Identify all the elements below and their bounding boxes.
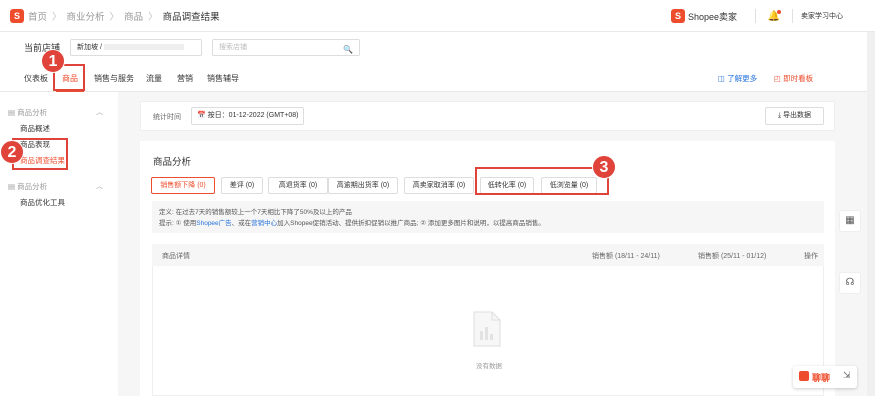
chevron-up-icon[interactable]: ︿ (96, 107, 103, 117)
step-badge-1: 1 (41, 49, 65, 73)
shop-name-redacted (103, 43, 184, 50)
breadcrumb: 首页 〉 商业分析 〉 商品 〉 商品调查结果 (28, 9, 225, 23)
definition-text: 定义: 在过去7天的销售额较上一个7天相比下降了50%及以上的产品 (159, 209, 352, 216)
product-analysis-title: 商品分析 (153, 157, 192, 168)
chevron-up-icon[interactable]: ︿ (96, 181, 103, 191)
breadcrumb-separator: 〉 (109, 11, 120, 23)
filter-late-shipment[interactable]: 高逾期出货率 (0) (328, 177, 398, 194)
shop-bar: 当前店铺 新加坡 / 搜索店铺 🔍 (0, 32, 875, 62)
filter-high-return[interactable]: 高退货率 (0) (268, 177, 328, 194)
breadcrumb-business-analysis[interactable]: 商业分析 (67, 9, 105, 23)
filter-bad-reviews[interactable]: 差评 (0) (221, 177, 263, 194)
nav-bar: 仪表板 商品 销售与服务 流量 营销 销售辅导 ◫ 了解更多 ◰ 即时看板 (0, 62, 875, 92)
learning-center-link[interactable]: 卖家学习中心 (801, 11, 843, 21)
tip-part-2: 、或在 (231, 220, 252, 227)
tip-text: 提示: ① 使用Shopee广告、或在营销中心加入Shopee促销活动、提供折扣… (159, 218, 817, 229)
support-float-icon[interactable]: ☊ (839, 272, 861, 294)
sidebar-group-product-analysis[interactable]: ▤ 商品分析 ︿ (8, 107, 103, 118)
breadcrumb-separator: 〉 (52, 11, 62, 23)
col-actions: 操作 (804, 253, 818, 260)
page-scrollbar[interactable] (867, 32, 875, 396)
top-right-area: S Shopee卖家 🔔 卖家学习中心 (670, 0, 875, 32)
col-product-details: 商品详情 (162, 253, 190, 260)
tab-sales-service[interactable]: 销售与服务 (94, 73, 134, 84)
sidebar-group-label: 商品分析 (17, 182, 48, 191)
marketing-center-link[interactable]: 营销中心 (251, 220, 277, 227)
col-sales-prev-week: 销售额 (18/11 - 24/11) (592, 253, 660, 260)
breadcrumb-products[interactable]: 商品 (124, 9, 143, 23)
export-data-label: 导出数据 (783, 112, 812, 119)
chat-expand-icon[interactable]: ⇲ (843, 370, 851, 381)
tab-marketing[interactable]: 营销 (177, 73, 193, 84)
empty-document-icon (473, 311, 501, 347)
date-picker-button[interactable]: 📅 按日：01-12-2022 (GMT+08) (191, 107, 304, 125)
filter-seller-cancel[interactable]: 高卖家取消率 (0) (404, 177, 474, 194)
dashboard-float-icon[interactable]: ▦ (839, 210, 861, 232)
stats-time-card: 统计时间 📅 按日：01-12-2022 (GMT+08) ⤓ 导出数据 (140, 101, 835, 131)
stats-time-label: 统计时间 (153, 114, 181, 121)
sidebar-item-overview[interactable]: 商品概述 (20, 123, 50, 134)
tip-part-1: 提示: ① 使用 (159, 220, 197, 227)
shop-search-input[interactable]: 搜索店铺 🔍 (212, 38, 361, 57)
no-data-text: 没有数据 (476, 363, 502, 370)
download-icon: ⤓ (777, 112, 782, 119)
top-bar: S 首页 〉 商业分析 〉 商品 〉 商品调查结果 S Shopee卖家 🔔 卖… (0, 0, 875, 32)
highlight-box-filters (475, 167, 609, 195)
live-board-link[interactable]: ◰ 即时看板 (774, 73, 813, 84)
table-body: 没有数据 (152, 266, 824, 396)
shop-search-placeholder: 搜索店铺 (219, 43, 248, 51)
chat-icon (799, 371, 809, 381)
live-board-label: 即时看板 (783, 74, 814, 83)
shop-select[interactable]: 新加坡 / (70, 38, 203, 56)
brand-name: Shopee卖家 (687, 11, 737, 22)
learn-more-label: 了解更多 (727, 74, 758, 83)
tab-traffic[interactable]: 流量 (146, 73, 162, 84)
definition-hint-box: 定义: 在过去7天的销售额较上一个7天相比下降了50%及以上的产品 提示: ① … (152, 201, 824, 233)
shopee-ads-link[interactable]: Shopee广告 (196, 220, 231, 227)
shop-select-value: 新加坡 / (77, 43, 102, 51)
sidebar-group-product-analysis-2[interactable]: ▤ 商品分析 ︿ (8, 181, 103, 192)
bell-icon[interactable]: 🔔 (764, 9, 784, 22)
search-icon[interactable]: 🔍 (343, 42, 353, 57)
shopee-seller-logo-icon: S (670, 9, 685, 23)
notification-dot (777, 9, 781, 14)
calendar-icon: 📅 (197, 112, 206, 119)
sidebar-item-optimization-tool[interactable]: 商品优化工具 (20, 197, 65, 208)
tab-sales-coaching[interactable]: 销售辅导 (207, 73, 239, 84)
sidebar-group-label: 商品分析 (17, 108, 48, 117)
table-header: 商品详情 销售额 (18/11 - 24/11) 销售额 (25/11 - 01… (152, 244, 824, 266)
breadcrumb-separator: 〉 (148, 11, 158, 23)
shopee-logo-icon[interactable]: S (10, 8, 24, 23)
filter-sales-drop[interactable]: 销售额下降 (0) (151, 177, 215, 194)
date-picker-label: 按日：01-12-2022 (GMT+08) (207, 112, 299, 119)
step-badge-3: 3 (592, 155, 616, 179)
learn-more-link[interactable]: ◫ 了解更多 (718, 73, 757, 84)
col-sales-this-week: 销售额 (25/11 - 01/12) (698, 253, 767, 260)
divider (792, 9, 793, 23)
chat-widget[interactable]: 聊聊 ⇲ (793, 366, 857, 388)
breadcrumb-current: 商品调查结果 (162, 11, 220, 23)
tip-part-3: 加入Shopee促销活动、提供折扣促销以推广商品; ② 添加更多图片和说明，以提… (277, 220, 545, 227)
export-data-button[interactable]: ⤓ 导出数据 (765, 107, 824, 125)
step-badge-2: 2 (0, 140, 24, 164)
divider (755, 9, 756, 23)
tab-dashboard[interactable]: 仪表板 (24, 73, 48, 84)
chat-label: 聊聊 (812, 373, 831, 383)
breadcrumb-home[interactable]: 首页 (28, 9, 47, 23)
